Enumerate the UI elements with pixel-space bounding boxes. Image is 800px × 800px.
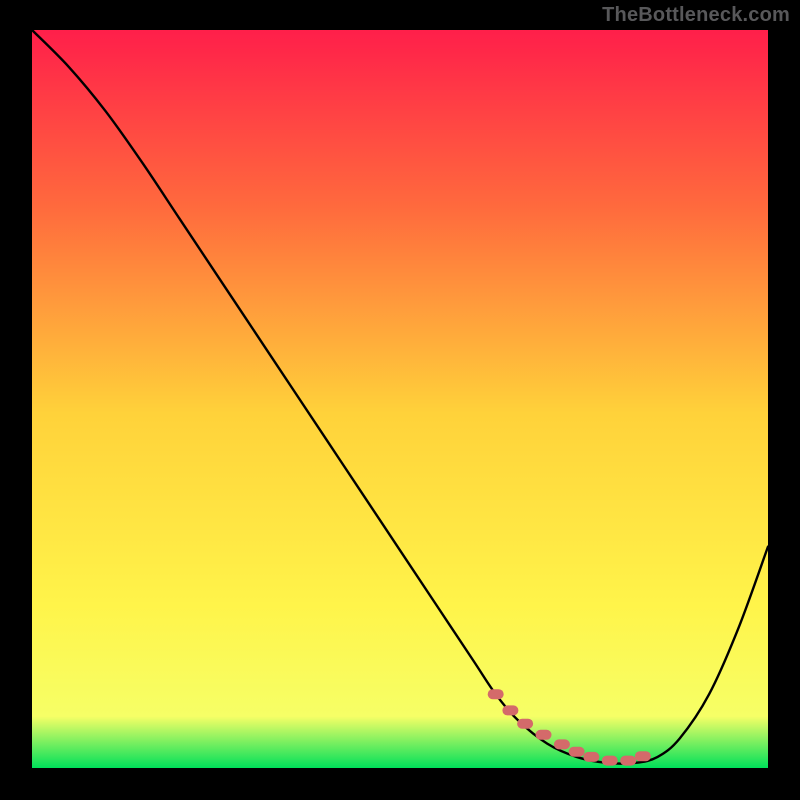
chart-stage: TheBottleneck.com [0, 0, 800, 800]
optimal-marker [517, 719, 533, 729]
optimal-marker [488, 689, 504, 699]
optimal-marker [554, 739, 570, 749]
optimal-marker [602, 756, 618, 766]
optimal-marker [569, 747, 585, 757]
optimal-marker [502, 705, 518, 715]
optimal-marker [583, 752, 599, 762]
bottleneck-chart [0, 0, 800, 800]
optimal-marker [536, 730, 552, 740]
plot-area [32, 30, 768, 768]
optimal-marker [635, 751, 651, 761]
optimal-marker [620, 756, 636, 766]
watermark-text: TheBottleneck.com [602, 4, 790, 27]
